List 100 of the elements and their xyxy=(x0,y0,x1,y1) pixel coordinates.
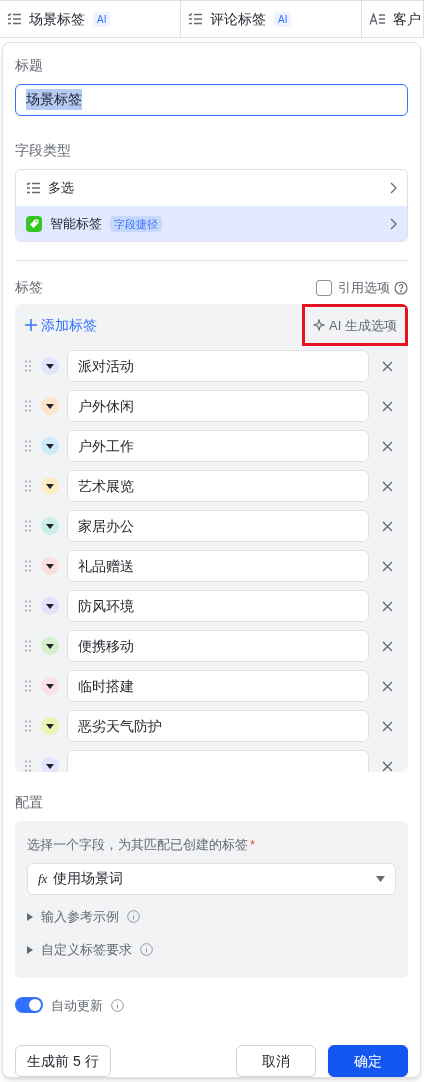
close-icon[interactable] xyxy=(382,360,393,372)
close-icon[interactable] xyxy=(382,720,393,732)
column-title: 场景标签 xyxy=(29,9,85,29)
caret-icon xyxy=(46,643,54,649)
cancel-button[interactable]: 取消 xyxy=(236,1045,316,1077)
caret-icon xyxy=(46,603,54,609)
title-input[interactable]: 场景标签 xyxy=(15,84,408,116)
color-picker[interactable] xyxy=(41,357,59,376)
ai-badge: AI xyxy=(93,11,111,27)
section-label: 配置 xyxy=(15,793,44,812)
section-label: 字段类型 xyxy=(15,140,72,160)
close-icon[interactable] xyxy=(382,480,393,492)
caret-icon xyxy=(46,683,54,689)
tag-input[interactable]: 艺术展览 xyxy=(67,470,369,503)
drag-handle-icon[interactable] xyxy=(25,680,31,693)
color-picker[interactable] xyxy=(41,677,59,696)
section-title: 输入参考示例 xyxy=(41,907,119,926)
color-picker[interactable] xyxy=(41,477,59,496)
formula-icon: fx xyxy=(38,868,48,889)
close-icon[interactable] xyxy=(382,600,393,612)
drag-handle-icon[interactable] xyxy=(25,480,31,493)
add-tag-button[interactable]: 添加标签 xyxy=(25,314,97,336)
close-icon[interactable] xyxy=(382,760,393,772)
close-icon[interactable] xyxy=(382,520,393,532)
drag-handle-icon[interactable] xyxy=(25,760,31,772)
sparkle-icon xyxy=(313,319,326,332)
help-icon xyxy=(394,280,408,295)
drag-handle-icon[interactable] xyxy=(25,720,31,733)
list-icon xyxy=(26,181,40,194)
caret-icon xyxy=(46,443,54,449)
field-select[interactable]: fx 使用场景词 xyxy=(27,862,396,895)
toggle-switch[interactable] xyxy=(15,997,43,1014)
tag-input[interactable]: 礼品赠送 xyxy=(67,550,369,583)
generate-button[interactable]: 生成前 5 行 xyxy=(15,1045,111,1077)
required-mark: * xyxy=(250,837,256,852)
tag-input[interactable]: 恶劣天气防护 xyxy=(67,710,369,743)
caret-icon xyxy=(46,403,54,409)
info-icon xyxy=(140,943,153,956)
column-header[interactable]: 客户 xyxy=(362,1,424,37)
tag-input[interactable]: 防风环境 xyxy=(67,590,369,623)
section-title: 自定义标签要求 xyxy=(41,940,132,959)
toggle-label: 自动更新 xyxy=(51,996,103,1015)
close-icon[interactable] xyxy=(382,440,393,452)
collapsible-section[interactable]: 自定义标签要求 xyxy=(27,933,396,966)
plus-icon xyxy=(25,319,37,332)
drag-handle-icon[interactable] xyxy=(25,400,31,413)
checkbox[interactable] xyxy=(316,279,332,296)
option-label: 智能标签 xyxy=(50,215,102,234)
tag-input[interactable]: 临时搭建 xyxy=(67,670,369,703)
confirm-button[interactable]: 确定 xyxy=(328,1045,408,1077)
caret-icon xyxy=(46,523,54,529)
color-picker[interactable] xyxy=(41,757,59,772)
drag-handle-icon[interactable] xyxy=(25,360,31,373)
drag-handle-icon[interactable] xyxy=(25,640,31,653)
close-icon[interactable] xyxy=(382,560,393,572)
tag-input[interactable]: 户外休闲 xyxy=(67,390,369,423)
dropdown-icon xyxy=(376,875,385,882)
column-header[interactable]: 场景标签 AI xyxy=(0,1,181,37)
color-picker[interactable] xyxy=(41,717,59,736)
caret-icon xyxy=(46,723,54,729)
tag-input[interactable]: 家居办公 xyxy=(67,510,369,543)
close-icon[interactable] xyxy=(382,640,393,652)
caret-icon xyxy=(46,763,54,769)
caret-icon xyxy=(27,945,33,954)
column-title: 评论标签 xyxy=(210,9,266,29)
tag-icon xyxy=(26,215,42,232)
column-header[interactable]: 评论标签 AI xyxy=(181,1,362,37)
color-picker[interactable] xyxy=(41,397,59,416)
drag-handle-icon[interactable] xyxy=(25,520,31,533)
text-icon xyxy=(369,13,385,25)
close-icon[interactable] xyxy=(382,400,393,412)
caret-icon xyxy=(46,363,54,369)
drag-handle-icon[interactable] xyxy=(25,560,31,573)
ai-generate-button[interactable]: AI 生成选项 xyxy=(302,304,408,347)
caret-icon xyxy=(27,912,33,921)
color-picker[interactable] xyxy=(41,637,59,656)
section-label: 标题 xyxy=(15,56,44,75)
tag-input[interactable]: 便携移动 xyxy=(67,630,369,663)
shortcut-tag: 字段捷径 xyxy=(110,215,162,233)
info-icon xyxy=(127,910,140,923)
tag-input[interactable]: 户外工作 xyxy=(67,430,369,463)
column-title: 客户 xyxy=(393,9,421,29)
tag-input[interactable]: 派对活动 xyxy=(67,350,369,383)
info-icon xyxy=(111,998,124,1012)
close-icon[interactable] xyxy=(382,680,393,692)
color-picker[interactable] xyxy=(41,597,59,616)
selected-text: 场景标签 xyxy=(26,89,82,111)
field-type-option[interactable]: 智能标签 字段捷径 xyxy=(16,205,407,242)
collapsible-section[interactable]: 输入参考示例 xyxy=(27,900,396,933)
drag-handle-icon[interactable] xyxy=(25,600,31,613)
list-icon xyxy=(7,13,21,25)
color-picker[interactable] xyxy=(41,517,59,536)
option-label: 多选 xyxy=(48,179,74,198)
section-label: 标签 xyxy=(15,278,43,298)
field-label: 选择一个字段，为其匹配已创建的标签* xyxy=(27,836,257,854)
select-value: 使用场景词 xyxy=(53,869,124,888)
drag-handle-icon[interactable] xyxy=(25,440,31,453)
color-picker[interactable] xyxy=(41,557,59,576)
caret-icon xyxy=(46,483,54,489)
color-picker[interactable] xyxy=(41,437,59,456)
